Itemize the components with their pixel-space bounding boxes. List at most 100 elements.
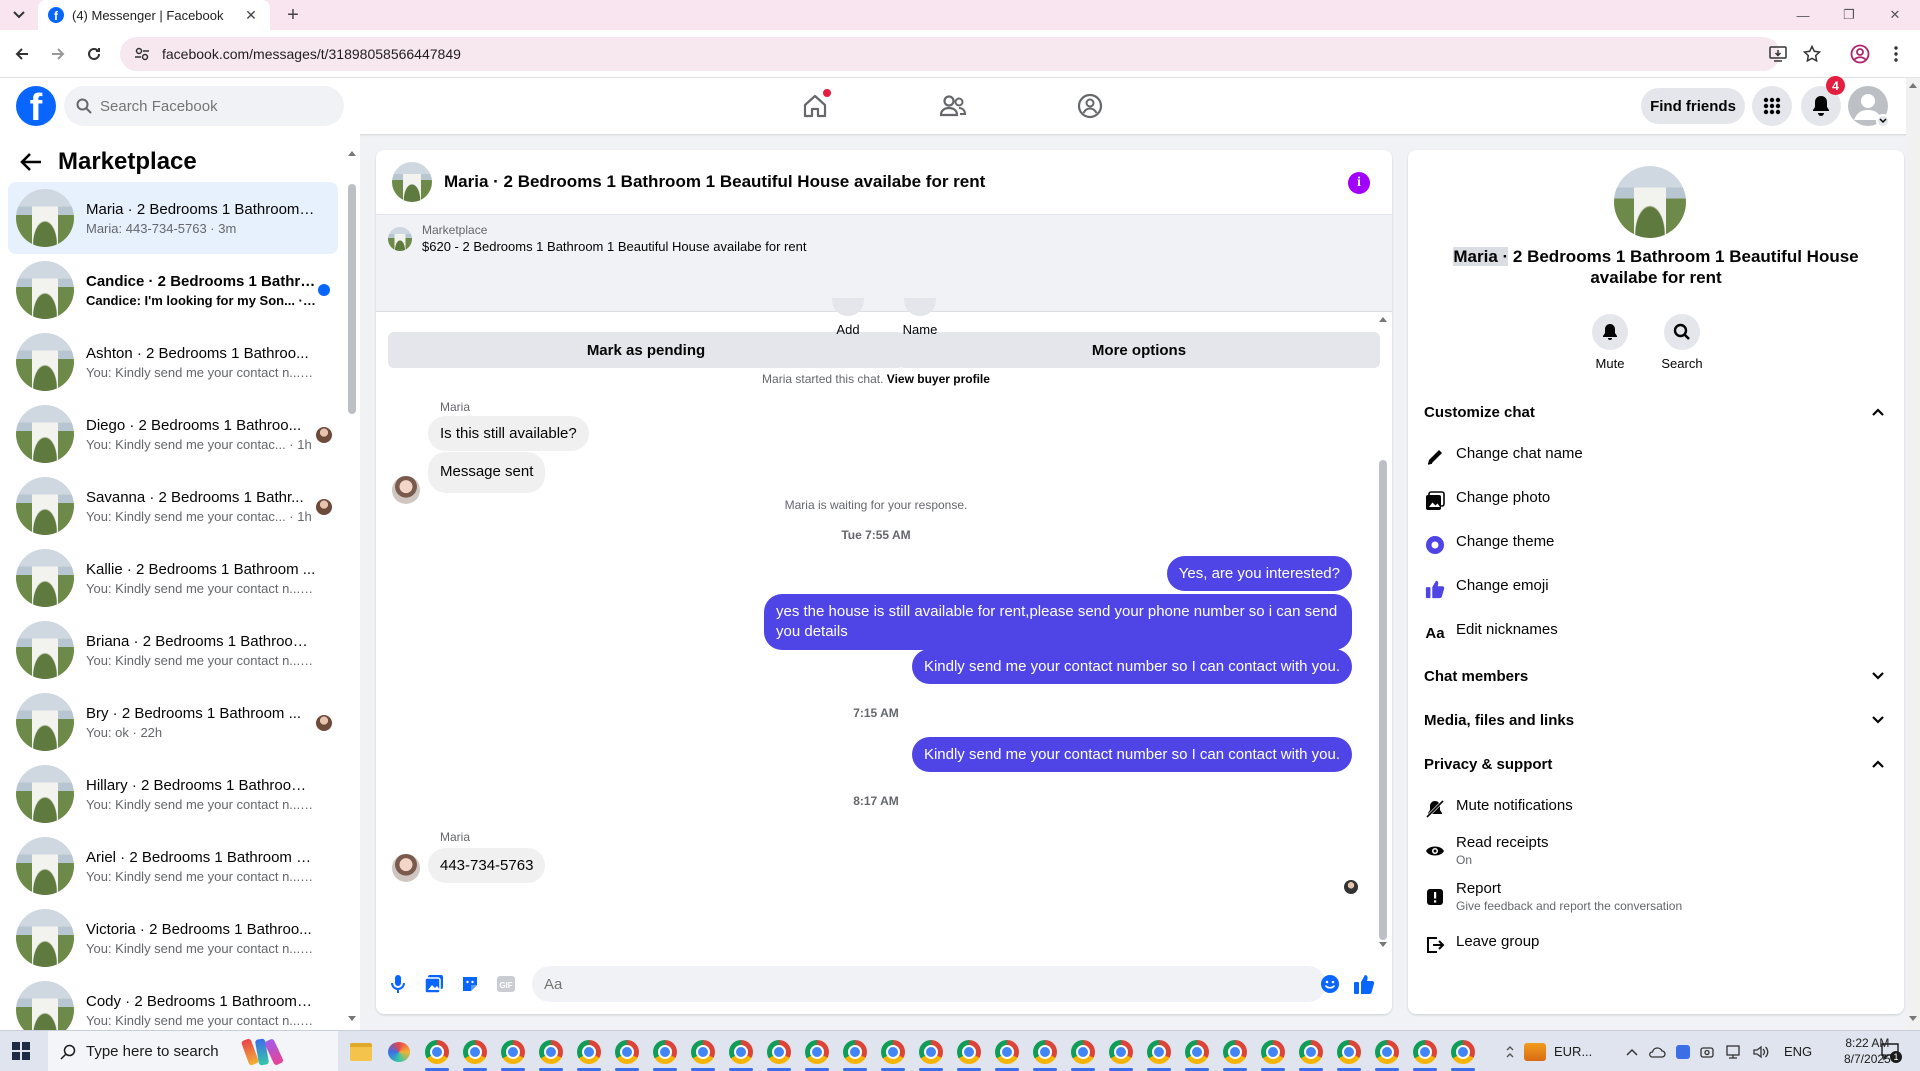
groups-nav-icon[interactable] (1070, 86, 1110, 126)
bell-icon[interactable] (1592, 314, 1628, 350)
chat-list-item[interactable]: Ashton · 2 Bedrooms 1 Bathroo... You: Kin… (8, 326, 338, 398)
chevron-up-icon[interactable] (1506, 1045, 1514, 1059)
forward-icon[interactable] (46, 42, 70, 66)
site-settings-icon[interactable] (134, 46, 150, 62)
info-icon[interactable]: i (1348, 172, 1370, 194)
browser-menu-icon[interactable] (1884, 42, 1908, 66)
back-icon[interactable] (10, 42, 34, 66)
profile-icon[interactable] (1848, 42, 1872, 66)
chrome-taskbar-icon[interactable] (646, 1031, 684, 1071)
chat-list-item[interactable]: Hillary · 2 Bedrooms 1 Bathroom... You: K… (8, 758, 338, 830)
facebook-logo-icon[interactable]: f (16, 86, 56, 126)
chrome-taskbar-icon[interactable] (722, 1031, 760, 1071)
add-circle[interactable] (832, 298, 864, 316)
maria-avatar[interactable] (392, 854, 420, 882)
back-arrow-icon[interactable] (20, 152, 42, 172)
scroll-down-icon[interactable] (1379, 942, 1387, 948)
chat-list-item[interactable]: Kallie · 2 Bedrooms 1 Bathroom ... You: K… (8, 542, 338, 614)
bookmark-star-icon[interactable] (1800, 42, 1824, 66)
thumbs-up-icon[interactable] (1352, 972, 1376, 996)
incoming-message[interactable]: Message sent (428, 452, 546, 493)
chrome-taskbar-icon[interactable] (988, 1031, 1026, 1071)
weather-icon[interactable] (1524, 1042, 1546, 1061)
chrome-taskbar-icon[interactable] (874, 1031, 912, 1071)
gif-icon[interactable]: GIF (494, 972, 518, 996)
view-buyer-profile-link[interactable]: View buyer profile (887, 372, 990, 386)
scroll-up-icon[interactable] (348, 150, 356, 158)
page-scrollbar[interactable] (1906, 78, 1920, 1030)
chrome-taskbar-icon[interactable] (1064, 1031, 1102, 1071)
taskbar-search[interactable]: Type here to search (48, 1031, 338, 1071)
chat-list-item[interactable]: Maria · 2 Bedrooms 1 Bathroom ... Maria: … (8, 182, 338, 254)
tab-search-dropdown-icon[interactable] (8, 6, 30, 24)
window-close-icon[interactable]: ✕ (1872, 0, 1918, 30)
chrome-taskbar-icon[interactable] (1406, 1031, 1444, 1071)
sticker-icon[interactable] (458, 972, 482, 996)
chat-list-item[interactable]: Savanna · 2 Bedrooms 1 Bathr... You: Kind… (8, 470, 338, 542)
chrome-taskbar-icon[interactable] (1102, 1031, 1140, 1071)
change-photo-option[interactable]: Change photo (1424, 489, 1884, 512)
account-chevron-icon[interactable] (1876, 114, 1890, 128)
leave-group-option[interactable]: Leave group (1424, 933, 1884, 956)
mute-action[interactable]: Mute (1580, 314, 1640, 371)
chrome-taskbar-icon[interactable] (570, 1031, 608, 1071)
privacy-support-section[interactable]: Privacy & support (1424, 746, 1884, 782)
conversation-title[interactable]: Maria · 2 Bedrooms 1 Bathroom 1 Beautifu… (444, 172, 985, 192)
facebook-search-input[interactable] (100, 97, 300, 115)
chrome-taskbar-icon[interactable] (836, 1031, 874, 1071)
weather-text[interactable]: EUR... (1554, 1044, 1592, 1059)
listing-avatar[interactable] (1614, 166, 1686, 238)
chrome-taskbar-icon[interactable] (608, 1031, 646, 1071)
chrome-taskbar-icon[interactable] (798, 1031, 836, 1071)
search-icon[interactable] (1664, 314, 1700, 350)
customize-chat-section[interactable]: Customize chat (1424, 394, 1884, 430)
windows-start-icon[interactable] (12, 1042, 30, 1060)
volume-icon[interactable] (1752, 1045, 1770, 1059)
install-app-icon[interactable] (1766, 42, 1790, 66)
chat-list-item[interactable]: Ariel · 2 Bedrooms 1 Bathroom 1... You: K… (8, 830, 338, 902)
listing-thumbnail[interactable] (392, 162, 432, 202)
microphone-icon[interactable] (386, 972, 410, 996)
paint-app-icon[interactable] (380, 1031, 418, 1071)
file-explorer-icon[interactable] (342, 1031, 380, 1071)
change-chat-name-option[interactable]: Change chat name (1424, 445, 1884, 468)
address-bar[interactable]: facebook.com/messages/t/3189805856644784… (120, 37, 1780, 71)
chrome-taskbar-icon[interactable] (1216, 1031, 1254, 1071)
listing-price-title[interactable]: $620 - 2 Bedrooms 1 Bathroom 1 Beautiful… (422, 239, 806, 254)
chat-list-item[interactable]: Briana · 2 Bedrooms 1 Bathroom... You: Ki… (8, 614, 338, 686)
show-hidden-icon[interactable] (1626, 1048, 1638, 1056)
chat-list-item[interactable]: Candice · 2 Bedrooms 1 Bathro... Candice:… (8, 254, 338, 326)
conversation-scrollbar[interactable] (1379, 460, 1387, 940)
chrome-taskbar-icon[interactable] (1330, 1031, 1368, 1071)
scroll-down-icon[interactable] (348, 1016, 356, 1024)
menu-grid-icon[interactable] (1752, 86, 1792, 126)
incoming-message[interactable]: Is this still available? (428, 416, 589, 451)
chrome-taskbar-icon[interactable] (684, 1031, 722, 1071)
change-emoji-option[interactable]: Change emoji (1424, 577, 1884, 600)
friends-nav-icon[interactable] (933, 86, 973, 126)
photo-attach-icon[interactable] (422, 972, 446, 996)
scroll-down-icon[interactable] (1909, 1016, 1917, 1022)
notification-center-icon[interactable]: 1 (1880, 1041, 1902, 1063)
listing-small-thumbnail[interactable] (388, 226, 412, 251)
search-action[interactable]: Search (1652, 314, 1712, 371)
chrome-taskbar-icon[interactable] (1292, 1031, 1330, 1071)
chrome-taskbar-icon[interactable] (1178, 1031, 1216, 1071)
find-friends-button[interactable]: Find friends (1641, 88, 1745, 124)
change-theme-option[interactable]: Change theme (1424, 533, 1884, 556)
chat-list-item[interactable]: Diego · 2 Bedrooms 1 Bathroo... You: Kind… (8, 398, 338, 470)
minimize-icon[interactable]: — (1780, 0, 1826, 30)
emoji-icon[interactable] (1318, 972, 1342, 996)
outgoing-message[interactable]: yes the house is still available for ren… (764, 594, 1352, 650)
chrome-taskbar-icon[interactable] (950, 1031, 988, 1071)
chat-list-item[interactable]: Victoria · 2 Bedrooms 1 Bathroo... You: K… (8, 902, 338, 974)
chrome-taskbar-icon[interactable] (1444, 1031, 1482, 1071)
chat-list-scrollbar[interactable] (348, 184, 356, 414)
restore-icon[interactable]: ❐ (1826, 0, 1872, 30)
chrome-taskbar-icon[interactable] (1026, 1031, 1064, 1071)
scroll-up-icon[interactable] (1909, 82, 1917, 88)
facebook-search[interactable] (64, 86, 344, 126)
name-circle[interactable] (904, 298, 936, 316)
chrome-taskbar-icon[interactable] (912, 1031, 950, 1071)
chrome-taskbar-icon[interactable] (532, 1031, 570, 1071)
